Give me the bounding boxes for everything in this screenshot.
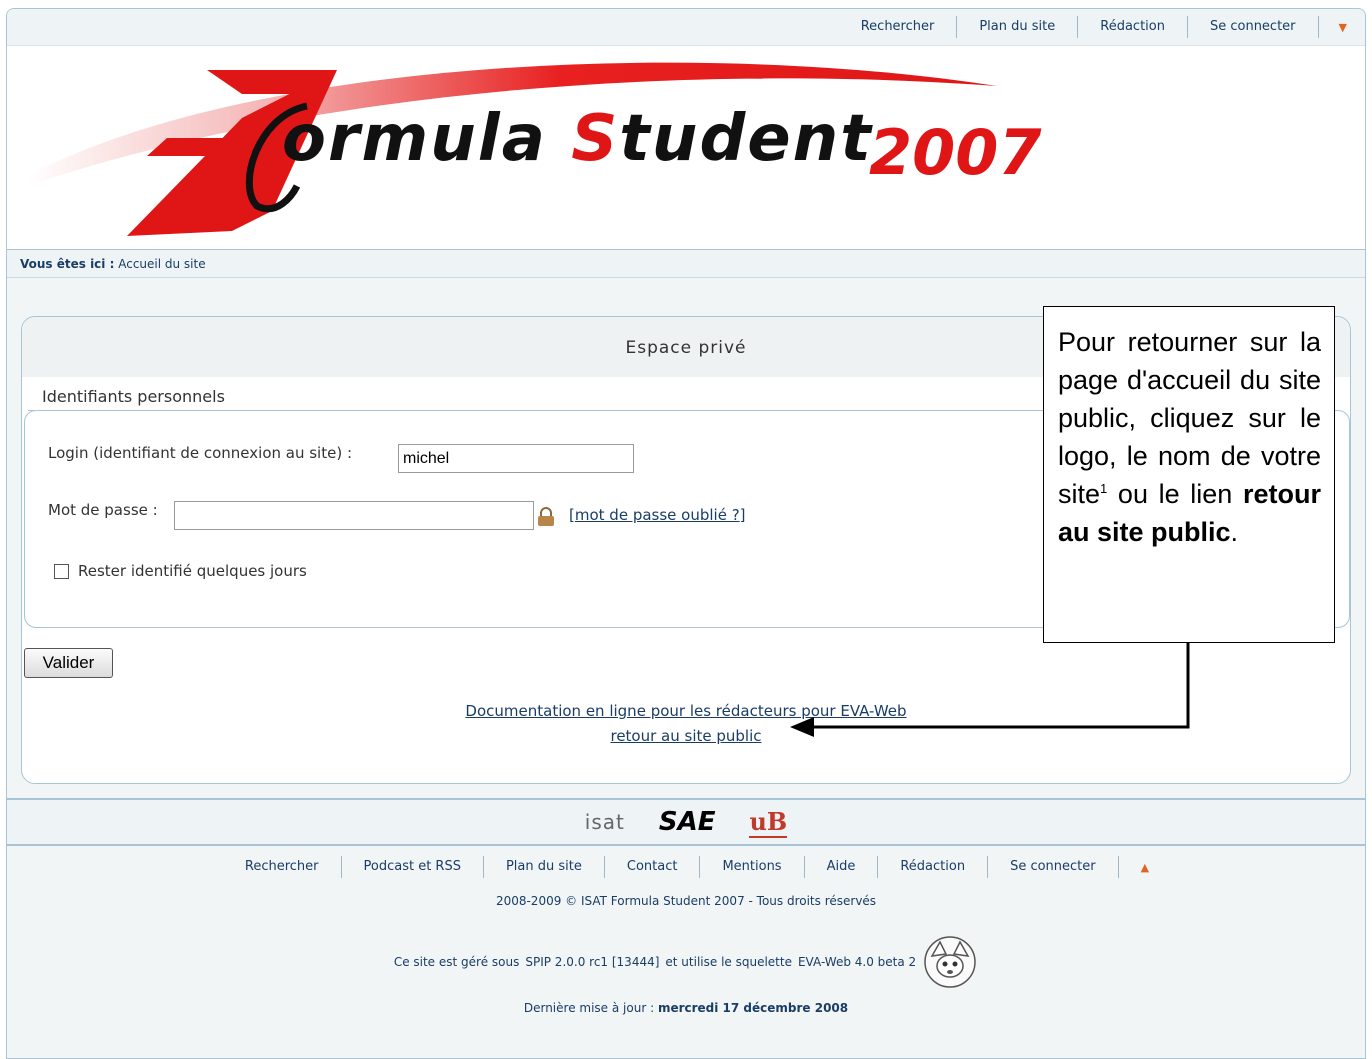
password-input[interactable] <box>174 501 534 530</box>
cms-credits: Ce site est géré sous SPIP 2.0.0 rc1 [13… <box>7 934 1365 990</box>
logo-title-rest: tudent <box>619 102 873 176</box>
top-nav-search[interactable]: Rechercher <box>839 16 958 38</box>
top-nav-login[interactable]: Se connecter <box>1188 16 1319 38</box>
footer-nav-podcast[interactable]: Podcast et RSS <box>342 856 484 878</box>
forgot-close-bracket: ] <box>739 506 746 524</box>
sae-logo[interactable]: SAE <box>659 807 716 837</box>
forgot-password-link[interactable]: mot de passe oublié ? <box>575 506 740 524</box>
footer-nav-help[interactable]: Aide <box>805 856 879 878</box>
eva-mascot-icon[interactable] <box>922 934 978 990</box>
footer-nav-login[interactable]: Se connecter <box>988 856 1119 878</box>
footer-nav-mentions[interactable]: Mentions <box>700 856 805 878</box>
isat-logo[interactable]: isat <box>585 810 625 834</box>
logo-title[interactable]: ormula Student <box>282 102 873 176</box>
forgot-password: [mot de passe oublié ?] <box>569 506 746 524</box>
spip-version-link[interactable]: SPIP 2.0.0 rc1 [13444] <box>525 955 659 969</box>
back-to-public-site-link[interactable]: retour au site public <box>22 724 1350 749</box>
footer-nav-search[interactable]: Rechercher <box>223 856 342 878</box>
remember-me[interactable]: Rester identifié quelques jours <box>54 562 307 580</box>
logo-year[interactable]: 2007 <box>869 116 1042 189</box>
remember-checkbox[interactable] <box>54 563 69 579</box>
footer-nav: Rechercher Podcast et RSS Plan du site C… <box>7 856 1365 878</box>
footer-logos: isat SAE uB <box>7 798 1365 846</box>
login-label: Login (identifiant de connexion au site)… <box>48 444 353 462</box>
breadcrumb-home-link[interactable]: Accueil du site <box>118 257 205 271</box>
footer-nav-contact[interactable]: Contact <box>605 856 701 878</box>
submit-button[interactable]: Valider <box>24 648 113 678</box>
top-nav-sitemap[interactable]: Plan du site <box>957 16 1079 38</box>
spip-prefix: Ce site est géré sous <box>393 955 520 969</box>
callout-text-end: . <box>1230 517 1239 547</box>
login-input[interactable] <box>398 444 634 473</box>
instruction-callout: Pour retourner sur la page d'accueil du … <box>1043 306 1335 643</box>
password-label: Mot de passe : <box>48 501 158 519</box>
site-logo-banner[interactable]: ormula Student 2007 <box>7 45 1365 250</box>
callout-text-middle: ou le lien <box>1107 479 1243 509</box>
last-update-date: mercredi 17 décembre 2008 <box>657 1001 849 1015</box>
remember-label: Rester identifié quelques jours <box>78 562 307 580</box>
padlock-icon <box>538 507 554 526</box>
logo-title-s: S <box>571 102 620 176</box>
back-to-top-arrow-icon[interactable]: ▲ <box>1119 861 1149 874</box>
logo-title-prefix: ormula <box>282 102 572 176</box>
documentation-link[interactable]: Documentation en ligne pour les rédacteu… <box>22 699 1350 724</box>
copyright-text: 2008-2009 © ISAT Formula Student 2007 - … <box>495 894 877 908</box>
panel-links: Documentation en ligne pour les rédacteu… <box>22 699 1350 749</box>
last-update-label: Dernière mise à jour : <box>523 1001 655 1015</box>
spip-middle: et utilise le squelette <box>665 955 792 969</box>
top-nav: Rechercher Plan du site Rédaction Se con… <box>7 9 1365 45</box>
menu-down-arrow-icon[interactable]: ▼ <box>1319 21 1347 34</box>
footer-nav-sitemap[interactable]: Plan du site <box>484 856 605 878</box>
breadcrumb-label: Vous êtes ici : <box>20 257 115 271</box>
breadcrumb: Vous êtes ici : Accueil du site <box>7 250 1365 278</box>
ub-logo[interactable]: uB <box>749 807 788 838</box>
skeleton-link[interactable]: EVA-Web 4.0 beta 2 <box>798 955 916 969</box>
fieldset-legend: Identifiants personnels <box>28 383 239 411</box>
footer-nav-editing[interactable]: Rédaction <box>878 856 989 878</box>
last-update: Dernière mise à jour : mercredi 17 décem… <box>7 1001 1365 1015</box>
top-nav-editing[interactable]: Rédaction <box>1078 16 1188 38</box>
